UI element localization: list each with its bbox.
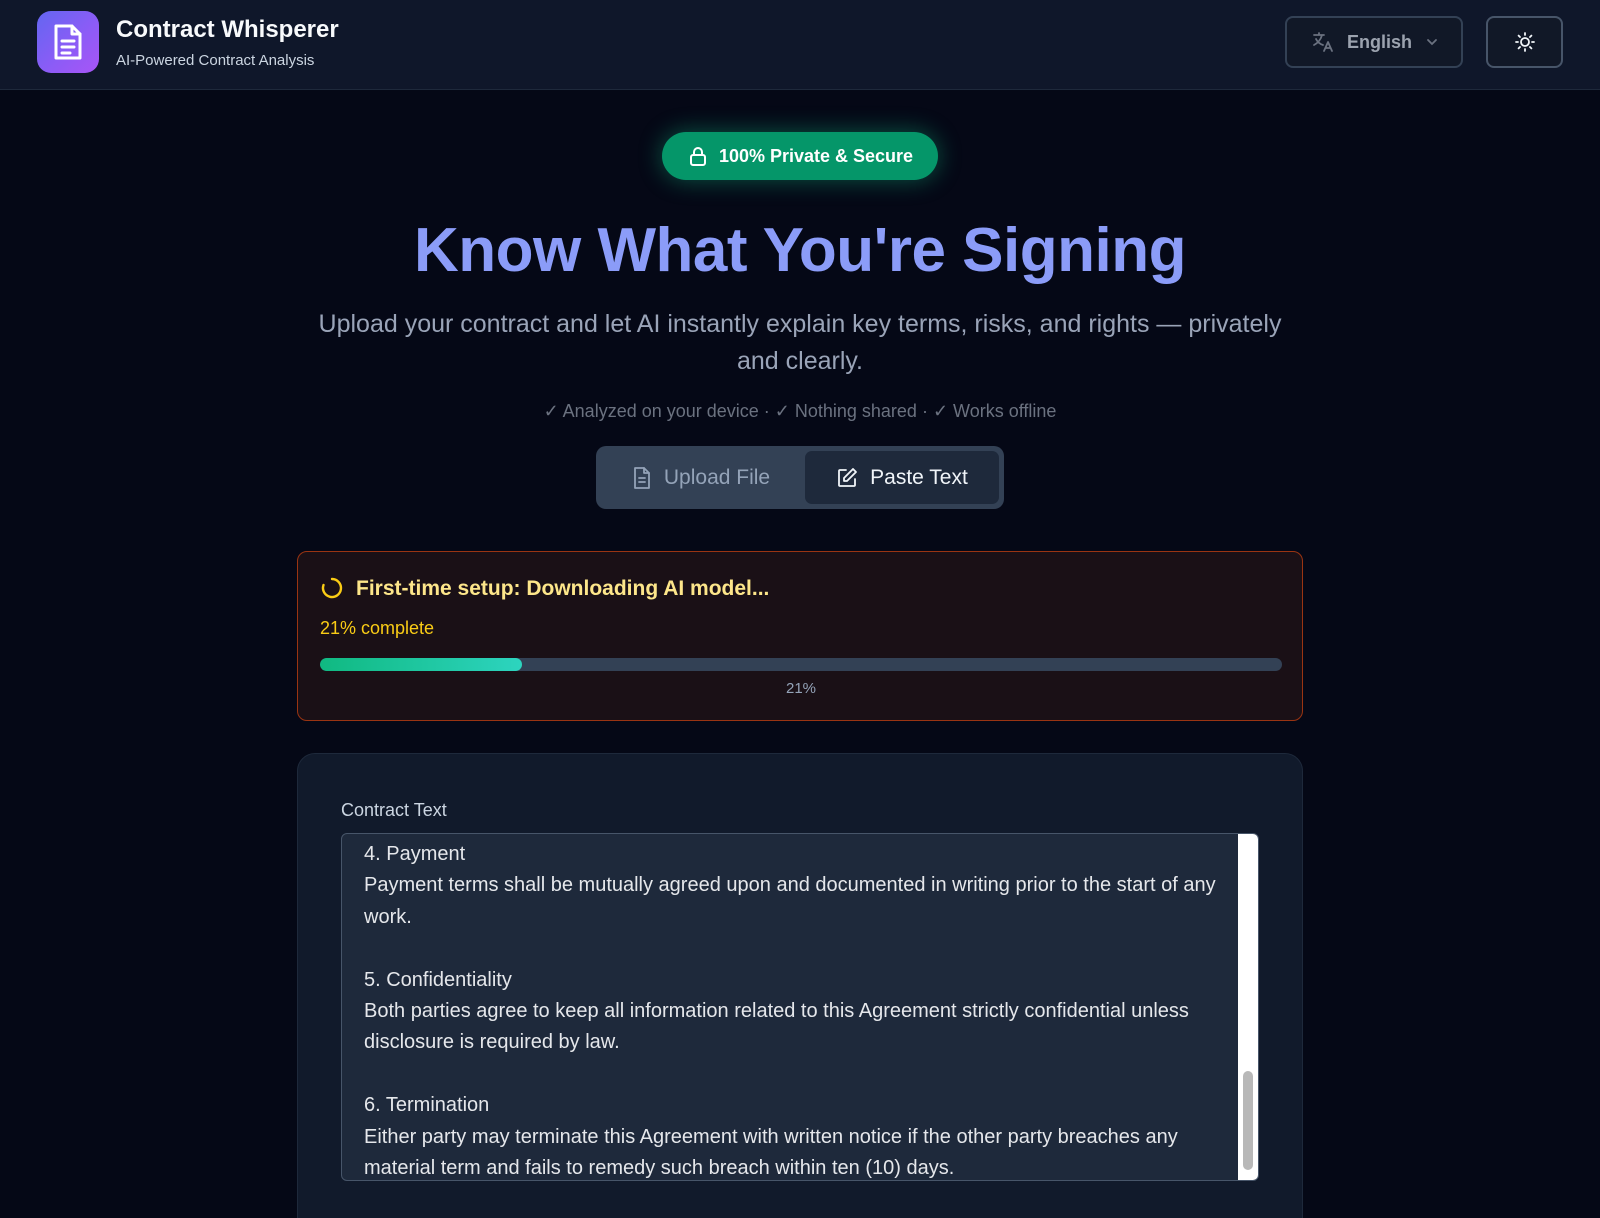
edit-icon [838, 467, 858, 487]
setup-title: First-time setup: Downloading AI model..… [356, 577, 770, 600]
setup-status: 21% complete [320, 618, 435, 638]
contract-text-content: 4. Payment Payment terms shall be mutual… [364, 843, 1216, 1180]
model-download-notice: First-time setup: Downloading AI model..… [297, 551, 1303, 721]
contract-input-card: Contract Text 4. Payment Payment terms s… [297, 753, 1303, 1218]
contract-textarea[interactable]: 4. Payment Payment terms shall be mutual… [341, 833, 1259, 1181]
contract-text-label: Contract Text [341, 800, 447, 820]
app-header: Contract Whisperer AI-Powered Contract A… [0, 0, 1600, 90]
tab-upload-file[interactable]: Upload File [601, 451, 801, 504]
language-label: English [1347, 31, 1413, 52]
progress-percent: 21% [785, 680, 817, 697]
tab-paste-text[interactable]: Paste Text [805, 451, 999, 504]
app-subtitle: AI-Powered Contract Analysis [116, 52, 315, 69]
tab-upload-file-label: Upload File [663, 465, 771, 489]
lock-icon [689, 147, 706, 166]
spinner-icon [321, 577, 343, 599]
file-icon [633, 466, 650, 489]
textarea-scrollbar[interactable] [1238, 834, 1258, 1180]
hero-title: Know What You're Signing [414, 216, 1186, 285]
translate-icon [1313, 32, 1333, 52]
chevron-down-icon [1427, 39, 1437, 46]
document-icon [37, 11, 99, 73]
input-mode-toggle: Upload File Paste Text [596, 446, 1004, 509]
app-title: Contract Whisperer [116, 16, 339, 43]
theme-toggle-button[interactable] [1486, 16, 1563, 68]
hero-description: Upload your contract and let AI instantl… [318, 310, 1282, 375]
sun-icon [1514, 32, 1535, 52]
scrollbar-thumb[interactable] [1243, 1071, 1253, 1170]
download-progress-bar [320, 658, 1282, 671]
privacy-badge: 100% Private & Secure [662, 132, 938, 180]
privacy-badge-label: 100% Private & Secure [718, 145, 914, 166]
download-progress-fill [320, 658, 523, 671]
language-select[interactable]: English [1285, 16, 1463, 68]
tab-paste-text-label: Paste Text [870, 465, 968, 489]
hero-checks: ✓ Analyzed on your device · ✓ Nothing sh… [543, 401, 1057, 421]
